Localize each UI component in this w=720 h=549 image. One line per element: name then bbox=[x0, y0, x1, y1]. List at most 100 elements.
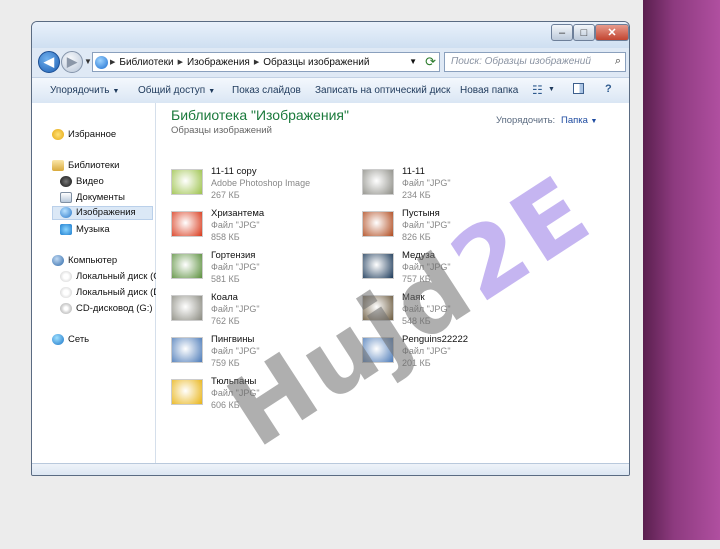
file-name: Коала bbox=[211, 292, 238, 303]
file-item[interactable]: Коала Файл "JPG" 762 КБ bbox=[171, 292, 361, 328]
documents-icon bbox=[60, 192, 72, 203]
maximize-button[interactable]: □ bbox=[573, 24, 595, 41]
file-type: Файл "JPG" bbox=[402, 304, 451, 314]
recent-pages-dropdown-icon[interactable]: ▼ bbox=[84, 57, 92, 66]
nav-item-local-disk-d[interactable]: Локальный диск (D bbox=[60, 287, 160, 298]
burn-disc-button[interactable]: Записать на оптический диск bbox=[315, 85, 450, 96]
library-title: Библиотека "Изображения" bbox=[171, 107, 349, 123]
arrange-by-dropdown[interactable]: Папка ▼ bbox=[561, 115, 597, 126]
back-button[interactable]: ◀ bbox=[38, 51, 60, 73]
file-type: Файл "JPG" bbox=[211, 388, 260, 398]
file-thumbnail bbox=[171, 295, 203, 321]
nav-item-favorites[interactable]: Избранное bbox=[52, 129, 116, 140]
address-bar[interactable]: ▶ Библиотеки ▶ Изображения ▶ Образцы изо… bbox=[92, 52, 440, 72]
file-item[interactable]: 11-11 copy Adobe Photoshop Image 267 КБ bbox=[171, 166, 361, 202]
file-thumbnail bbox=[362, 253, 394, 279]
file-size: 234 КБ bbox=[402, 190, 431, 200]
file-item[interactable]: Пингвины Файл "JPG" 759 КБ bbox=[171, 334, 361, 370]
help-icon[interactable]: ? bbox=[605, 83, 612, 95]
library-icon bbox=[95, 55, 108, 69]
preview-pane-icon[interactable] bbox=[573, 83, 584, 94]
refresh-icon[interactable]: ⟳ bbox=[425, 54, 436, 70]
file-type: Файл "JPG" bbox=[211, 220, 260, 230]
breadcrumb-separator-icon[interactable]: ▶ bbox=[110, 58, 115, 66]
address-dropdown-icon[interactable]: ▼ bbox=[409, 57, 417, 66]
breadcrumb-separator-icon[interactable]: ▶ bbox=[178, 58, 183, 66]
file-thumbnail bbox=[171, 169, 203, 195]
file-size: 757 КБ bbox=[402, 274, 431, 284]
file-item[interactable]: Тюльпаны Файл "JPG" 606 КБ bbox=[171, 376, 361, 412]
file-item[interactable]: Пустыня Файл "JPG" 826 КБ bbox=[362, 208, 552, 244]
view-dropdown-icon[interactable]: ▼ bbox=[548, 86, 555, 93]
nav-item-documents[interactable]: Документы bbox=[60, 192, 125, 203]
file-thumbnail bbox=[171, 211, 203, 237]
file-thumbnail bbox=[362, 295, 394, 321]
new-folder-button[interactable]: Новая папка bbox=[460, 85, 518, 96]
file-type: Файл "JPG" bbox=[402, 220, 451, 230]
file-item[interactable]: 11-11 Файл "JPG" 234 КБ bbox=[362, 166, 552, 202]
file-type: Файл "JPG" bbox=[211, 346, 260, 356]
file-thumbnail bbox=[362, 337, 394, 363]
search-input[interactable]: Поиск: Образцы изображений ⌕ bbox=[444, 52, 626, 72]
file-size: 581 КБ bbox=[211, 274, 240, 284]
file-type: Adobe Photoshop Image bbox=[211, 178, 311, 188]
share-button[interactable]: Общий доступ ▼ bbox=[138, 85, 215, 96]
content-pane: Библиотека "Изображения" Образцы изображ… bbox=[156, 103, 629, 463]
minimize-button[interactable]: – bbox=[551, 24, 573, 41]
cd-drive-icon bbox=[60, 303, 72, 314]
file-item[interactable]: Медуза Файл "JPG" 757 КБ bbox=[362, 250, 552, 286]
file-name: 11-11 bbox=[402, 166, 425, 177]
computer-icon bbox=[52, 255, 64, 266]
slideshow-button[interactable]: Показ слайдов bbox=[232, 85, 301, 96]
file-size: 548 КБ bbox=[402, 316, 431, 326]
file-item[interactable]: Penguins22222 Файл "JPG" 201 КБ bbox=[362, 334, 552, 370]
nav-item-local-disk-c[interactable]: Локальный диск (C bbox=[60, 271, 160, 282]
nav-item-computer[interactable]: Компьютер bbox=[52, 255, 117, 266]
file-type: Файл "JPG" bbox=[211, 262, 260, 272]
breadcrumb-separator-icon[interactable]: ▶ bbox=[254, 58, 259, 66]
file-name: Penguins22222 bbox=[402, 334, 469, 345]
nav-item-network[interactable]: Сеть bbox=[52, 334, 89, 345]
close-button[interactable]: ✕ bbox=[595, 24, 629, 41]
library-subtitle: Образцы изображений bbox=[171, 125, 272, 136]
file-thumbnail bbox=[171, 337, 203, 363]
nav-item-libraries[interactable]: Библиотеки bbox=[52, 160, 119, 171]
file-size: 826 КБ bbox=[402, 232, 431, 242]
file-thumbnail bbox=[171, 379, 203, 405]
file-thumbnail bbox=[362, 169, 394, 195]
file-type: Файл "JPG" bbox=[211, 304, 260, 314]
navigation-pane: Избранное Библиотеки Видео Документы Изо… bbox=[32, 103, 160, 463]
file-size: 759 КБ bbox=[211, 358, 240, 368]
breadcrumb-sample-images[interactable]: Образцы изображений bbox=[263, 57, 369, 68]
file-item[interactable]: Хризантема Файл "JPG" 858 КБ bbox=[171, 208, 361, 244]
breadcrumb-images[interactable]: Изображения bbox=[187, 57, 250, 68]
nav-item-images[interactable]: Изображения bbox=[60, 207, 136, 218]
file-name: Пингвины bbox=[211, 334, 255, 345]
forward-button[interactable]: ▶ bbox=[61, 51, 83, 73]
file-size: 267 КБ bbox=[211, 190, 240, 200]
search-placeholder: Поиск: Образцы изображений bbox=[451, 56, 591, 67]
search-icon[interactable]: ⌕ bbox=[615, 55, 621, 68]
command-bar: Упорядочить ▼ Общий доступ ▼ Показ слайдов… bbox=[32, 77, 629, 104]
arrange-by-label: Упорядочить: bbox=[496, 115, 556, 126]
file-type: Файл "JPG" bbox=[402, 178, 451, 188]
video-icon bbox=[60, 176, 72, 187]
address-row: ◀ ▶ ▼ ▶ Библиотеки ▶ Изображения ▶ Образ… bbox=[32, 48, 629, 76]
file-size: 201 КБ bbox=[402, 358, 431, 368]
file-name: 11-11 copy bbox=[211, 166, 257, 177]
file-name: Маяк bbox=[402, 292, 425, 303]
change-view-icon[interactable]: ☷ bbox=[532, 83, 543, 97]
file-type: Файл "JPG" bbox=[402, 346, 451, 356]
file-name: Гортензия bbox=[211, 250, 256, 261]
file-item[interactable]: Маяк Файл "JPG" 548 КБ bbox=[362, 292, 552, 328]
nav-item-cd-drive[interactable]: CD-дисковод (G:) bbox=[60, 303, 153, 314]
organize-button[interactable]: Упорядочить ▼ bbox=[50, 85, 119, 96]
nav-item-music[interactable]: Музыка bbox=[60, 224, 110, 235]
nav-item-video[interactable]: Видео bbox=[60, 176, 104, 187]
file-name: Пустыня bbox=[402, 208, 440, 219]
network-icon bbox=[52, 334, 64, 345]
images-icon bbox=[60, 207, 72, 218]
explorer-window: – □ ✕ ◀ ▶ ▼ ▶ Библиотеки ▶ Изображения ▶… bbox=[31, 21, 630, 476]
file-item[interactable]: Гортензия Файл "JPG" 581 КБ bbox=[171, 250, 361, 286]
breadcrumb-libraries[interactable]: Библиотеки bbox=[119, 57, 173, 68]
